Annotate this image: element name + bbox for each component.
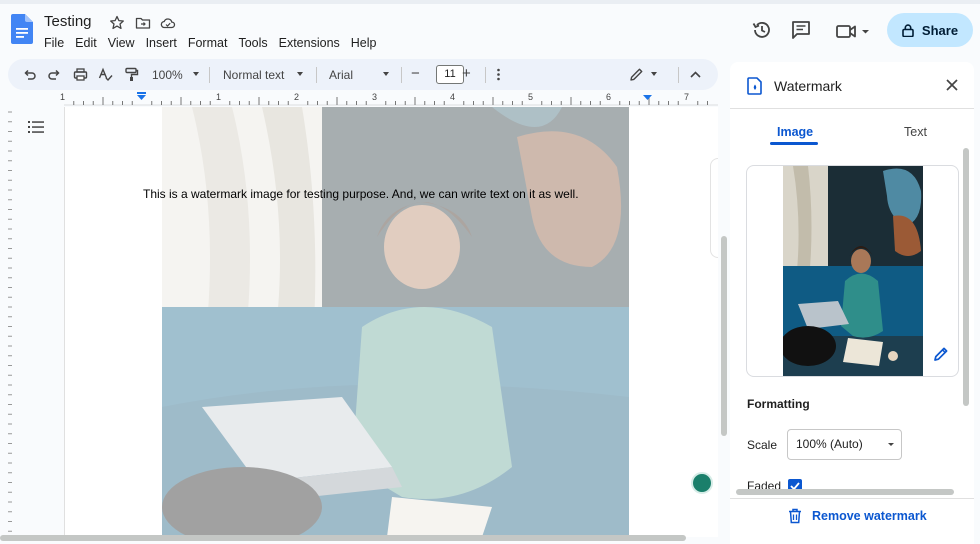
- grammarly-icon[interactable]: [691, 472, 713, 494]
- toolbar: 100% Normal text Arial − 11 +: [8, 59, 718, 90]
- menu-extensions[interactable]: Extensions: [279, 36, 340, 50]
- ruler-number: 4: [450, 92, 456, 102]
- meet-video-icon[interactable]: [835, 20, 871, 42]
- trash-icon: [789, 508, 801, 524]
- scale-caret-icon: [888, 443, 894, 446]
- ruler-number: 7: [684, 92, 690, 102]
- spellcheck-icon[interactable]: [98, 67, 113, 82]
- decrease-font-size-button[interactable]: −: [411, 65, 420, 82]
- document-body-text[interactable]: This is a watermark image for testing pu…: [143, 187, 579, 201]
- watermark-image-preview[interactable]: [746, 165, 959, 377]
- remove-watermark-label: Remove watermark: [812, 509, 927, 523]
- style-select[interactable]: Normal text: [223, 68, 284, 82]
- scale-select[interactable]: 100% (Auto): [787, 429, 902, 460]
- version-history-icon[interactable]: [751, 19, 773, 41]
- paint-format-icon[interactable]: [124, 67, 139, 82]
- toolbar-divider: [678, 67, 679, 83]
- lock-icon: [902, 23, 914, 37]
- top-strip: [0, 0, 980, 4]
- docs-logo-icon[interactable]: [11, 14, 33, 44]
- increase-font-size-button[interactable]: +: [462, 65, 471, 82]
- font-caret-icon: [383, 72, 389, 76]
- print-icon[interactable]: [73, 67, 88, 82]
- cloud-saved-icon[interactable]: [160, 15, 176, 31]
- ruler-number: 3: [372, 92, 378, 102]
- docs-window: Testing File Edit View Insert Format Too…: [0, 0, 980, 544]
- zoom-caret-icon: [193, 72, 199, 76]
- menu-insert[interactable]: Insert: [146, 36, 177, 50]
- star-icon[interactable]: [109, 15, 125, 31]
- toolbar-divider: [401, 67, 402, 83]
- document-horizontal-scrollbar[interactable]: [0, 535, 686, 541]
- font-size-input[interactable]: 11: [436, 65, 464, 84]
- ruler-number: 5: [528, 92, 534, 102]
- menu-help[interactable]: Help: [351, 36, 377, 50]
- ruler-number: 1: [216, 92, 222, 102]
- watermark-thumbnail: [783, 166, 923, 376]
- document-vertical-scrollbar[interactable]: [721, 236, 727, 436]
- panel-title: Watermark: [774, 78, 842, 94]
- tab-image[interactable]: Image: [777, 125, 813, 139]
- menu-format[interactable]: Format: [188, 36, 228, 50]
- horizontal-ruler[interactable]: 1 1 2 3 4 5 6 7: [0, 91, 718, 106]
- collapse-menus-icon[interactable]: [688, 67, 703, 82]
- more-options-icon[interactable]: [491, 67, 506, 82]
- scale-label: Scale: [747, 438, 778, 452]
- watermark-doc-icon: [747, 77, 762, 95]
- document-outline-icon[interactable]: [28, 120, 44, 134]
- panel-divider: [730, 108, 974, 109]
- editing-mode-pencil-icon[interactable]: [629, 67, 644, 82]
- remove-watermark-button[interactable]: Remove watermark: [788, 508, 927, 524]
- share-label: Share: [921, 22, 959, 38]
- tab-text[interactable]: Text: [904, 125, 927, 139]
- close-icon[interactable]: [945, 78, 959, 92]
- toolbar-divider: [209, 67, 210, 83]
- toolbar-divider: [316, 67, 317, 83]
- ruler-number: 6: [606, 92, 612, 102]
- menu-view[interactable]: View: [108, 36, 135, 50]
- formatting-heading: Formatting: [747, 397, 810, 411]
- redo-icon[interactable]: [47, 67, 62, 82]
- watermark-image: [162, 107, 629, 537]
- editing-mode-caret-icon: [651, 72, 657, 76]
- menu-edit[interactable]: Edit: [75, 36, 97, 50]
- panel-vertical-scrollbar[interactable]: [963, 148, 969, 406]
- vertical-ruler[interactable]: [0, 108, 12, 538]
- document-title[interactable]: Testing: [44, 13, 92, 30]
- font-select[interactable]: Arial: [329, 68, 353, 82]
- panel-horizontal-scrollbar[interactable]: [736, 489, 954, 495]
- scale-value: 100% (Auto): [796, 437, 863, 451]
- ruler-number: 2: [294, 92, 300, 102]
- comments-icon[interactable]: [790, 19, 812, 41]
- document-page[interactable]: This is a watermark image for testing pu…: [64, 107, 718, 537]
- style-caret-icon: [297, 72, 303, 76]
- share-button[interactable]: Share: [887, 13, 973, 47]
- menu-bar: File Edit View Insert Format Tools Exten…: [44, 36, 388, 50]
- menu-file[interactable]: File: [44, 36, 64, 50]
- edit-image-pencil-icon[interactable]: [933, 346, 949, 362]
- undo-icon[interactable]: [22, 67, 37, 82]
- collapsed-side-element: [710, 158, 718, 258]
- move-folder-icon[interactable]: [135, 15, 151, 31]
- zoom-select[interactable]: 100%: [152, 68, 183, 82]
- active-tab-indicator: [770, 142, 818, 145]
- menu-tools[interactable]: Tools: [238, 36, 267, 50]
- watermark-panel: Watermark Image Text Formatting Scale 10…: [730, 62, 974, 544]
- ruler-number: 1: [60, 92, 66, 102]
- toolbar-divider: [485, 67, 486, 83]
